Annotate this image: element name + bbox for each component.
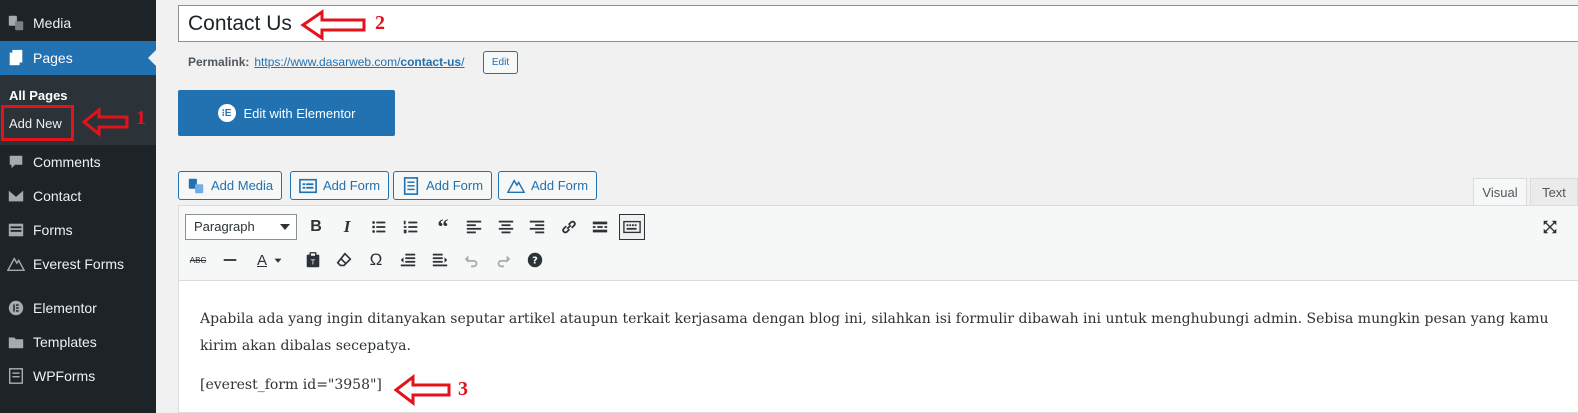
annotation-number-3: 3	[458, 378, 468, 400]
folder-icon	[6, 332, 26, 352]
add-media-button[interactable]: Add Media	[178, 171, 283, 200]
permalink-url[interactable]: https://www.dasarweb.com/contact-us/	[254, 55, 464, 69]
sidebar-item-label: Forms	[33, 222, 73, 238]
sidebar-item-label: Media	[33, 15, 72, 31]
blockquote-icon[interactable]: “	[430, 214, 456, 240]
content-paragraph: Apabila ada yang ingin ditanyakan seputa…	[200, 311, 1549, 354]
toolbar-toggle-icon[interactable]	[619, 214, 645, 240]
sidebar-item-label: Elementor	[33, 300, 97, 316]
strikethrough-icon[interactable]: ABC	[185, 247, 211, 273]
shortcode-text: [everest_form id="3958"]	[200, 377, 382, 393]
svg-text:?: ?	[532, 256, 538, 267]
sidebar-item-label: Comments	[33, 154, 101, 170]
permalink-row: Permalink: https://www.dasarweb.com/cont…	[188, 55, 464, 69]
align-center-icon[interactable]	[493, 214, 519, 240]
fullscreen-icon[interactable]	[1537, 214, 1563, 240]
envelope-icon	[6, 186, 26, 206]
page-title-input[interactable]: Contact Us	[178, 5, 1578, 42]
paste-text-icon[interactable]: T	[300, 247, 326, 273]
add-form-label: Add Form	[531, 178, 589, 193]
undo-icon[interactable]	[459, 247, 485, 273]
form-table-icon	[299, 178, 317, 193]
add-media-icon	[188, 178, 204, 193]
outdent-icon[interactable]	[395, 247, 421, 273]
admin-sidebar: Media Pages All Pages Add New Comments C…	[0, 0, 156, 413]
wpforms-icon	[6, 366, 26, 386]
add-form-button-3[interactable]: Add Form	[498, 171, 598, 200]
add-new-highlight	[1, 105, 74, 141]
add-form-button-2[interactable]: Add Form	[393, 171, 493, 200]
annotation-number-1: 1	[136, 107, 146, 129]
tab-text[interactable]: Text	[1530, 178, 1578, 206]
permalink-label: Permalink:	[188, 55, 250, 69]
elementor-logo-icon: ⁝E	[217, 104, 236, 122]
edit-with-elementor-button[interactable]: ⁝E Edit with Elementor	[178, 90, 395, 136]
tab-visual[interactable]: Visual	[1473, 178, 1527, 206]
annotation-arrow-2	[300, 9, 366, 41]
sidebar-item-contact[interactable]: Contact	[0, 179, 156, 213]
bold-icon[interactable]: B	[303, 214, 329, 240]
add-form-label: Add Form	[323, 178, 381, 193]
numbered-list-icon[interactable]	[398, 214, 424, 240]
everest-form-icon	[507, 178, 525, 193]
sidebar-item-media[interactable]: Media	[0, 6, 156, 40]
pages-icon	[6, 48, 26, 68]
add-media-label: Add Media	[211, 178, 274, 193]
permalink-edit-button[interactable]: Edit	[483, 51, 518, 74]
add-form-label: Add Form	[426, 178, 484, 193]
format-select[interactable]: Paragraph	[185, 214, 297, 240]
edit-with-elementor-label: Edit with Elementor	[243, 105, 356, 121]
annotation-number-2: 2	[375, 12, 385, 34]
help-icon[interactable]: ?	[522, 247, 548, 273]
link-icon[interactable]	[556, 214, 582, 240]
sidebar-item-label: Pages	[33, 50, 73, 66]
forms-icon	[6, 220, 26, 240]
sidebar-item-label: Contact	[33, 188, 82, 204]
sidebar-item-comments[interactable]: Comments	[0, 145, 156, 179]
sidebar-item-everest-forms[interactable]: Everest Forms	[0, 247, 156, 281]
chevron-down-icon[interactable]	[271, 247, 285, 273]
clear-formatting-icon[interactable]	[331, 247, 357, 273]
sidebar-item-label: Templates	[33, 334, 97, 350]
align-left-icon[interactable]	[461, 214, 487, 240]
chevron-down-icon	[280, 224, 290, 230]
sidebar-item-forms[interactable]: Forms	[0, 213, 156, 247]
redo-icon[interactable]	[490, 247, 516, 273]
sidebar-item-elementor[interactable]: Elementor	[0, 291, 156, 325]
sidebar-item-pages[interactable]: Pages	[0, 41, 156, 75]
add-form-button-1[interactable]: Add Form	[290, 171, 390, 200]
read-more-icon[interactable]	[587, 214, 613, 240]
media-icon	[6, 13, 26, 33]
content-editor[interactable]: Paragraph B I “ ABC A T Ω ? Apabila ada …	[178, 205, 1578, 413]
comments-icon	[6, 152, 26, 172]
elementor-icon	[6, 298, 26, 318]
horizontal-line-icon[interactable]	[217, 247, 243, 273]
indent-icon[interactable]	[427, 247, 453, 273]
special-character-icon[interactable]: Ω	[363, 247, 389, 273]
submenu-all-pages[interactable]: All Pages	[9, 88, 68, 103]
svg-text:T: T	[310, 258, 316, 267]
form-list-icon	[403, 176, 419, 195]
sidebar-item-wpforms[interactable]: WPForms	[0, 359, 156, 393]
annotation-arrow-3	[393, 373, 451, 407]
annotation-arrow-1	[81, 106, 129, 138]
format-select-value: Paragraph	[194, 219, 255, 234]
align-right-icon[interactable]	[524, 214, 550, 240]
sidebar-item-label: Everest Forms	[33, 256, 125, 272]
bullet-list-icon[interactable]	[366, 214, 392, 240]
sidebar-item-templates[interactable]: Templates	[0, 325, 156, 359]
italic-icon[interactable]: I	[334, 214, 360, 240]
sidebar-item-label: WPForms	[33, 368, 96, 384]
editor-toolbar: Paragraph B I “ ABC A T Ω ?	[179, 206, 1578, 281]
active-indicator	[148, 50, 156, 66]
page-title-value: Contact Us	[188, 12, 292, 35]
everest-forms-icon	[6, 254, 26, 274]
